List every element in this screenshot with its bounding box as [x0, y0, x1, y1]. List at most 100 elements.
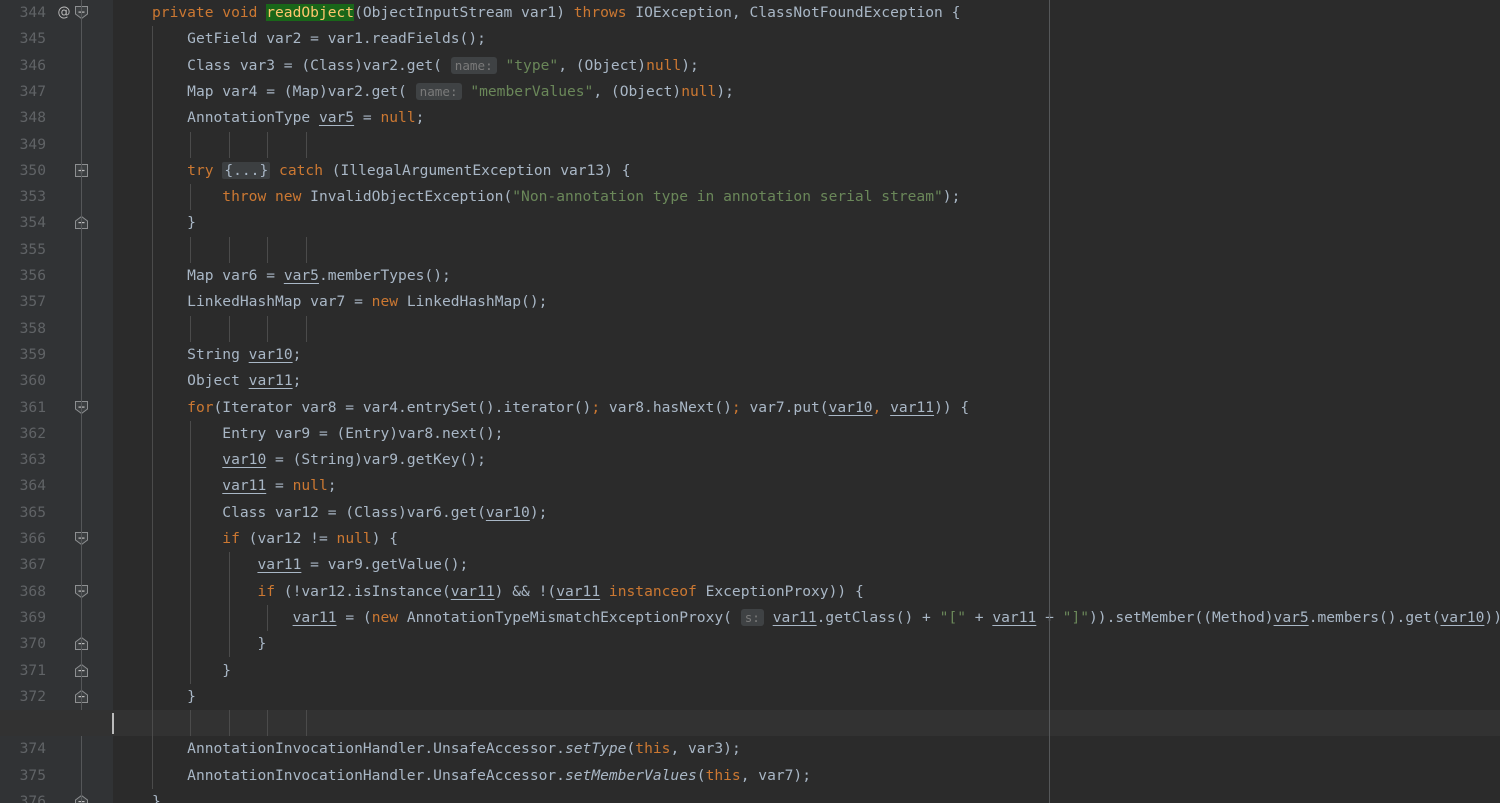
token-kw: null — [681, 82, 717, 100]
indent-guide — [190, 420, 192, 684]
token-txt: String — [187, 345, 249, 363]
token-txt: AnnotationInvocationHandler.UnsafeAccess… — [187, 766, 565, 784]
code-line-text: if (var12 != null) { — [152, 526, 398, 552]
token-kw: null — [646, 56, 682, 74]
code-line[interactable]: LinkedHashMap var7 = new LinkedHashMap()… — [113, 289, 547, 315]
token-txt: .members().get( — [1308, 608, 1441, 626]
token-kw: ; — [731, 398, 741, 416]
indent-guide — [228, 315, 230, 342]
token-txt: AnnotationTypeMismatchExceptionProxy( — [406, 608, 741, 626]
token-txt: (!var12.isInstance( — [283, 582, 451, 600]
code-editor[interactable]: 344 345 346 347 348 349 350 353 354 355 356 357 358 3… — [0, 0, 1500, 803]
token-txt: ); — [942, 188, 961, 206]
token-txt: Object — [187, 372, 249, 390]
indent-guide — [190, 236, 192, 263]
code-line-text: AnnotationType var5 = null; — [152, 105, 424, 131]
token-underl: var5 — [318, 109, 355, 127]
token-underl: var11 — [248, 372, 293, 390]
code-line[interactable]: String var10; — [113, 342, 301, 368]
token-kw: instanceof — [608, 582, 706, 600]
code-line[interactable]: if (!var12.isInstance(var11) && !(var11 … — [113, 579, 863, 605]
code-line[interactable]: Map var6 = var5.memberTypes(); — [113, 263, 451, 289]
indent-guide — [228, 552, 230, 658]
token-str: "memberValues" — [470, 82, 594, 100]
code-line[interactable]: Entry var9 = (Entry)var8.next(); — [113, 421, 503, 447]
indent-guide — [190, 184, 192, 211]
token-kw: ; — [591, 398, 601, 416]
code-line-text: Map var6 = var5.memberTypes(); — [152, 263, 451, 289]
indent-guide — [228, 131, 230, 158]
token-txt: ; — [292, 345, 302, 363]
code-line[interactable]: AnnotationInvocationHandler.UnsafeAccess… — [113, 763, 811, 789]
token-txt: )).setMember((Method) — [1089, 608, 1274, 626]
code-line[interactable]: GetField var2 = var1.readFields(); — [113, 26, 486, 52]
token-txt: LinkedHashMap(); — [406, 293, 548, 311]
indent-guide — [152, 26, 153, 789]
code-line[interactable]: } — [113, 684, 196, 710]
token-underl: var11 — [222, 477, 267, 495]
code-line-text: var11 = var9.getValue(); — [152, 552, 468, 578]
line-background — [0, 684, 1500, 710]
line-background — [0, 316, 1500, 342]
token-str: "Non-annotation type in annotation seria… — [512, 188, 943, 206]
code-line[interactable]: Map var4 = (Map)var2.get( name: "memberV… — [113, 79, 734, 105]
code-line-text: } — [152, 684, 196, 710]
token-txt: (ObjectInputStream var1) — [354, 4, 574, 21]
code-line[interactable]: var10 = (String)var9.getKey(); — [113, 447, 486, 473]
code-line[interactable]: var11 = var9.getValue(); — [113, 552, 468, 578]
code-line-text: Class var12 = (Class)var6.get(var10); — [152, 500, 547, 526]
token-txt: ); — [716, 82, 734, 100]
code-line[interactable]: AnnotationInvocationHandler.UnsafeAccess… — [113, 736, 741, 762]
code-line[interactable]: } — [113, 631, 266, 657]
token-txt: ; — [327, 477, 337, 495]
code-line[interactable]: } — [113, 210, 196, 236]
code-line[interactable]: throw new InvalidObjectException("Non-an… — [113, 184, 960, 210]
token-txt: AnnotationInvocationHandler.UnsafeAccess… — [187, 740, 565, 758]
indent-guide — [228, 236, 230, 263]
code-line[interactable]: var11 = null; — [113, 473, 336, 499]
code-line-text: Map var4 = (Map)var2.get( name: "memberV… — [152, 79, 734, 105]
text-caret — [112, 713, 114, 735]
token-txt: ; — [292, 372, 302, 390]
token-underl: var10 — [828, 398, 873, 416]
indent-guide — [228, 710, 230, 737]
code-line-text: var11 = (new AnnotationTypeMismatchExcep… — [152, 605, 1500, 631]
code-line[interactable]: Class var3 = (Class)var2.get( name: "typ… — [113, 53, 699, 79]
token-txt: ) && !( — [494, 582, 557, 600]
token-txt: = ( — [336, 608, 372, 626]
token-hint: s: — [740, 608, 764, 626]
code-line-text: String var10; — [152, 342, 301, 368]
code-line[interactable]: var11 = (new AnnotationTypeMismatchExcep… — [113, 605, 1500, 631]
code-line[interactable]: private void readObject(ObjectInputStrea… — [113, 0, 960, 26]
token-kw: new — [371, 293, 407, 311]
code-line[interactable]: for(Iterator var8 = var4.entrySet().iter… — [113, 395, 969, 421]
line-background — [0, 789, 1500, 803]
token-underl: var11 — [450, 582, 495, 600]
token-txt: .memberTypes(); — [318, 267, 451, 284]
line-background — [0, 710, 1500, 737]
indent-guide — [305, 710, 307, 737]
token-txt: } — [152, 793, 161, 803]
code-line[interactable]: Class var12 = (Class)var6.get(var10); — [113, 500, 547, 526]
code-line[interactable]: AnnotationType var5 = null; — [113, 105, 424, 131]
token-kw: catch — [279, 161, 332, 179]
token-underl: var11 — [292, 608, 337, 626]
code-line[interactable]: } — [113, 789, 161, 803]
code-line-text: Object var11; — [152, 368, 301, 394]
indent-guide — [190, 131, 192, 158]
code-line[interactable]: try {...} catch (IllegalArgumentExceptio… — [113, 158, 631, 184]
editor-text-area[interactable]: private void readObject(ObjectInputStrea… — [0, 0, 1500, 803]
code-line[interactable]: Object var11; — [113, 368, 301, 394]
indent-guide — [190, 710, 192, 737]
token-kw: private — [152, 4, 223, 21]
code-line[interactable]: if (var12 != null) { — [113, 526, 398, 552]
token-txt: } — [257, 635, 267, 653]
right-margin-guide — [1049, 0, 1050, 803]
token-txt: ); — [529, 503, 548, 521]
indent-guide — [305, 236, 307, 263]
token-txt: } — [187, 214, 196, 232]
indent-guide — [267, 315, 269, 342]
